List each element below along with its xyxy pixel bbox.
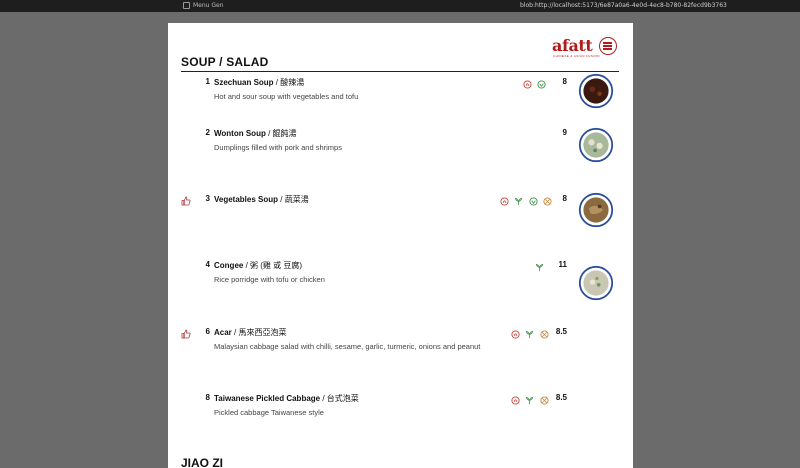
item-name-en: Wonton Soup [214, 129, 266, 138]
menu-item: 2 Wonton Soup / 餛飩湯 Dumplings filled wit… [168, 127, 633, 188]
item-price: 11 [558, 260, 567, 269]
menu-page: afatt CHINESE & ASIAN FUSION SOUP / SALA… [168, 23, 633, 468]
item-number: 8 [205, 393, 210, 402]
item-price: 9 [562, 128, 567, 137]
item-name-zh: 餛飩湯 [272, 129, 297, 138]
item-name: Vegetables Soup / 蔬菜湯 [214, 195, 309, 204]
menu-item: 8 Taiwanese Pickled Cabbage / 台式泡菜 Pickl… [168, 393, 633, 453]
item-number: 3 [205, 194, 210, 203]
menu-item: 3 Vegetables Soup / 蔬菜湯 8 [168, 192, 633, 254]
next-section-title: JIAO ZI [181, 456, 224, 468]
item-description: Hot and sour soup with vegetables and to… [214, 92, 359, 101]
item-name: Wonton Soup / 餛飩湯 [214, 129, 297, 138]
item-description: Dumplings filled with pork and shrimps [214, 143, 342, 152]
spicy-icon [500, 197, 509, 206]
item-number: 6 [205, 327, 210, 336]
menu-item: 6 Acar / 馬來西亞泡菜 Malaysian cabbage salad … [168, 327, 633, 387]
recommended-thumbs-up-icon [181, 193, 191, 211]
item-number: 2 [205, 128, 210, 137]
brand-logo: afatt CHINESE & ASIAN FUSION [552, 37, 620, 59]
spicy-icon [511, 330, 520, 339]
item-name-zh: 蔬菜湯 [284, 195, 309, 204]
vegetarian-icon [526, 330, 534, 339]
browser-tab-bar: Menu Gen blob:http://localhost:5173/6e87… [0, 0, 800, 12]
recommended-thumbs-up-icon [181, 326, 191, 344]
item-name-en: Szechuan Soup [214, 78, 274, 87]
item-name-en: Acar [214, 328, 232, 337]
logo-seal-icon [599, 37, 617, 55]
item-name-zh: 馬來西亞泡菜 [238, 328, 287, 337]
spicy-icon [511, 396, 520, 405]
vegetarian-icon [515, 197, 523, 206]
item-description: Pickled cabbage Taiwanese style [214, 408, 324, 417]
section-title: SOUP / SALAD [181, 55, 269, 69]
dish-photo [578, 127, 614, 163]
item-name: Taiwanese Pickled Cabbage / 台式泡菜 [214, 394, 359, 403]
dish-photo [578, 192, 614, 228]
logo-tagline: CHINESE & ASIAN FUSION [553, 54, 600, 58]
item-price: 8 [562, 194, 567, 203]
item-price: 8.5 [555, 393, 567, 402]
section-divider [181, 71, 619, 72]
spicy-icon [523, 80, 532, 89]
item-name: Acar / 馬來西亞泡菜 [214, 328, 287, 337]
item-name-zh: 台式泡菜 [326, 394, 359, 403]
logo-wordmark: afatt [552, 36, 593, 55]
browser-tab-title[interactable]: Menu Gen [193, 2, 224, 9]
item-number: 4 [205, 260, 210, 269]
item-name-zh: 酸辣湯 [280, 78, 305, 87]
item-number: 1 [205, 77, 210, 86]
item-description: Rice porridge with tofu or chicken [214, 275, 325, 284]
item-price: 8 [562, 77, 567, 86]
vegetarian-icon [526, 396, 534, 405]
item-name: Congee / 粥 (雞 或 豆腐) [214, 261, 303, 270]
dish-photo [578, 265, 614, 301]
tab-page-icon [183, 2, 190, 9]
item-name: Szechuan Soup / 酸辣湯 [214, 78, 305, 87]
menu-item: 4 Congee / 粥 (雞 或 豆腐) Rice porridge with… [168, 260, 633, 320]
browser-url[interactable]: blob:http://localhost:5173/6e87a0a6-4e0d… [520, 2, 727, 9]
item-name-en: Taiwanese Pickled Cabbage [214, 394, 321, 403]
item-price: 8.5 [555, 327, 567, 336]
item-name-en: Congee [214, 261, 244, 270]
item-description: Malaysian cabbage salad with chilli, ses… [214, 342, 481, 351]
item-name-zh: 粥 (雞 或 豆腐) [250, 261, 303, 270]
item-name-en: Vegetables Soup [214, 195, 279, 204]
dish-photo [578, 73, 614, 109]
